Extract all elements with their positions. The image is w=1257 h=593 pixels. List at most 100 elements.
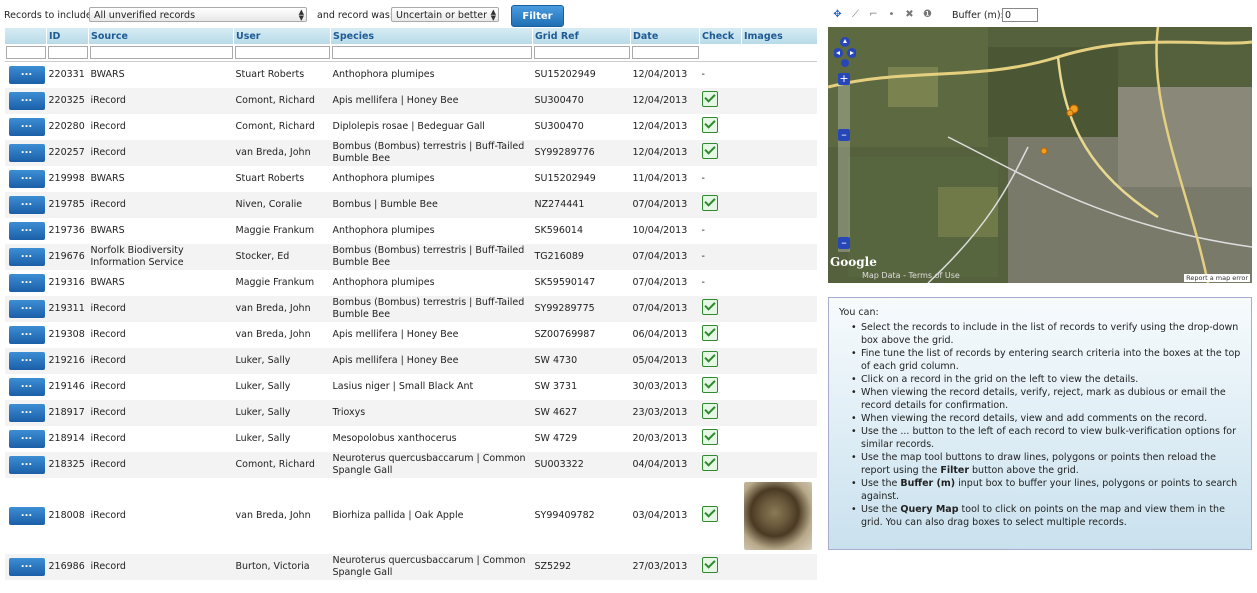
pan-icon[interactable]: ✥ [831,8,844,21]
row-actions-button[interactable]: ... [8,325,45,344]
filter-user[interactable] [234,46,330,59]
polygon-icon[interactable]: ⌐ [867,8,880,21]
report-map-error-link[interactable]: Report a map error [1184,274,1250,282]
table-row[interactable]: ... 218914 iRecord Luker, Sally Mesopolobus … [5,426,817,452]
row-check [700,348,742,374]
filter-action[interactable] [5,46,46,59]
row-grid-ref: NZ274441 [534,198,585,210]
record-status-select[interactable]: Uncertain or better ▲ ▼ [391,7,499,22]
table-row[interactable]: ... 218325 iRecord Comont, Richard Neuroteru… [4,451,817,478]
filter-date[interactable] [631,46,699,59]
row-actions-button[interactable]: ... [8,143,45,162]
table-row[interactable]: ... 219311 iRecord van Breda, John Bombus (B… [4,295,817,322]
table-row[interactable]: ... 219736 BWARS Maggie Frankum Anthophora p… [5,218,817,244]
row-species: Neuroterus quercusbaccarum | Common Span… [332,452,526,476]
row-action-cell: ... [5,114,47,140]
row-actions-button[interactable]: ... [8,403,45,422]
col-check[interactable]: Check [699,28,742,44]
table-row[interactable]: ... 219998 BWARS Stuart Roberts Anthophora p… [5,166,817,192]
row-actions-button[interactable]: ... [8,195,45,214]
col-user[interactable]: User [233,28,331,44]
verified-check-icon [701,194,718,211]
zoom-out-icon[interactable]: – [838,237,850,249]
filter-cell-check [699,44,742,62]
records-to-include-select[interactable]: All unverified records ▲ ▼ [89,7,307,22]
table-row[interactable]: ... 219308 iRecord van Breda, John Apis mell… [5,322,817,348]
map-data-link[interactable]: Map Data - Terms of Use [862,271,960,280]
records-to-include-value: All unverified records [94,10,196,21]
row-actions-button[interactable]: ... [8,351,45,370]
help-item-text: Use the ... button to the left of each r… [861,426,1237,450]
row-species: Bombus (Bombus) terrestris | Buff-Tailed… [332,140,525,164]
row-actions-button[interactable]: ... [8,117,45,136]
filter-species[interactable] [331,46,532,59]
row-check [700,192,742,218]
row-actions-button[interactable]: ... [8,273,45,292]
row-actions-button[interactable]: ... [8,169,45,188]
row-grid-ref: SY99289775 [534,302,595,314]
table-row[interactable]: ... 218008 iRecord van Breda, John Biorhiza … [5,478,817,554]
table-row[interactable]: ... 218917 iRecord Luker, Sally Trioxys SW 46… [4,399,817,426]
filter-cell-id [46,44,89,62]
row-id: 219785 [48,198,85,210]
row-source: iRecord [90,458,126,470]
table-row[interactable]: ... 219316 BWARS Maggie Frankum Anthophora p… [5,270,817,296]
row-date: 30/03/2013 [632,380,688,392]
point-icon[interactable]: • [885,8,898,21]
row-actions-button[interactable]: ... [8,429,45,448]
col-grid-ref[interactable]: Grid Ref [532,28,631,44]
record-photo[interactable] [743,481,812,550]
row-species: Neuroterus quercusbaccarum | Common Span… [332,554,526,578]
pan-control-icon[interactable] [834,37,856,67]
row-images [742,192,817,218]
col-source[interactable]: Source [88,28,234,44]
row-actions-button[interactable]: ... [8,247,45,266]
row-actions-button[interactable]: ... [8,91,45,110]
row-actions-button[interactable]: ... [8,455,45,474]
map-panel[interactable]: + – – Google Map Data - Terms of Use Rep… [828,27,1252,283]
zoom-slider[interactable] [838,77,850,252]
table-row[interactable]: ... 219676 Norfolk Biodiversity Informatio… [4,243,817,270]
col-species[interactable]: Species [330,28,533,44]
zoom-handle[interactable]: – [838,129,850,141]
verified-check-icon [701,454,718,471]
row-actions-button[interactable]: ... [8,299,45,318]
table-row[interactable]: ... 219216 iRecord Luker, Sally Apis mellife… [4,347,817,374]
row-species: Diplolepis rosae | Bedeguar Gall [332,120,485,132]
row-images [742,452,817,478]
line-icon[interactable]: ⟋ [849,8,862,21]
row-species: Anthophora plumipes [332,276,435,288]
row-actions-button[interactable]: ... [8,377,45,396]
help-item: Click on a record in the grid on the lef… [851,373,1241,386]
table-row[interactable]: ... 220257 iRecord van Breda, John Bombus (B… [4,139,817,166]
row-user: Stuart Roberts [235,172,305,184]
table-row[interactable]: ... 220331 BWARS Stuart Roberts Anthophora p… [5,62,817,88]
help-item: Use the map tool buttons to draw lines, … [851,451,1241,477]
row-check [700,452,742,478]
filter-id[interactable] [47,46,88,59]
table-row[interactable]: ... 219785 iRecord Niven, Coralie Bombus | B… [4,191,817,218]
row-action-cell: ... [5,296,47,322]
row-actions-button[interactable]: ... [8,557,45,576]
table-row[interactable]: ... 216986 iRecord Burton, Victoria Neuroter… [4,553,817,580]
buffer-input[interactable]: 0 [1002,8,1038,22]
query-icon[interactable]: ❶ [921,8,934,21]
row-action-cell: ... [5,554,47,580]
filter-button[interactable]: Filter [511,5,564,27]
table-row[interactable]: ... 220280 iRecord Comont, Richard Diplolepi… [5,114,817,140]
filter-source[interactable] [89,46,233,59]
col-id[interactable]: ID [46,28,89,44]
row-actions-button[interactable]: ... [8,506,45,525]
filter-grid-ref[interactable] [533,46,630,59]
row-actions-button[interactable]: ... [8,65,45,84]
row-actions-button[interactable]: ... [8,221,45,240]
zoom-in-icon[interactable]: + [838,73,850,85]
row-source: iRecord [90,146,126,158]
col-date[interactable]: Date [630,28,700,44]
table-row[interactable]: ... 220325 iRecord Comont, Richard Apis mell… [4,87,817,114]
grid-filter-row [4,44,817,62]
clear-icon[interactable]: ✖ [903,8,916,21]
table-row[interactable]: ... 219146 iRecord Luker, Sally Lasius niger… [5,374,817,400]
row-images [742,554,817,580]
row-id: 219316 [48,276,85,288]
